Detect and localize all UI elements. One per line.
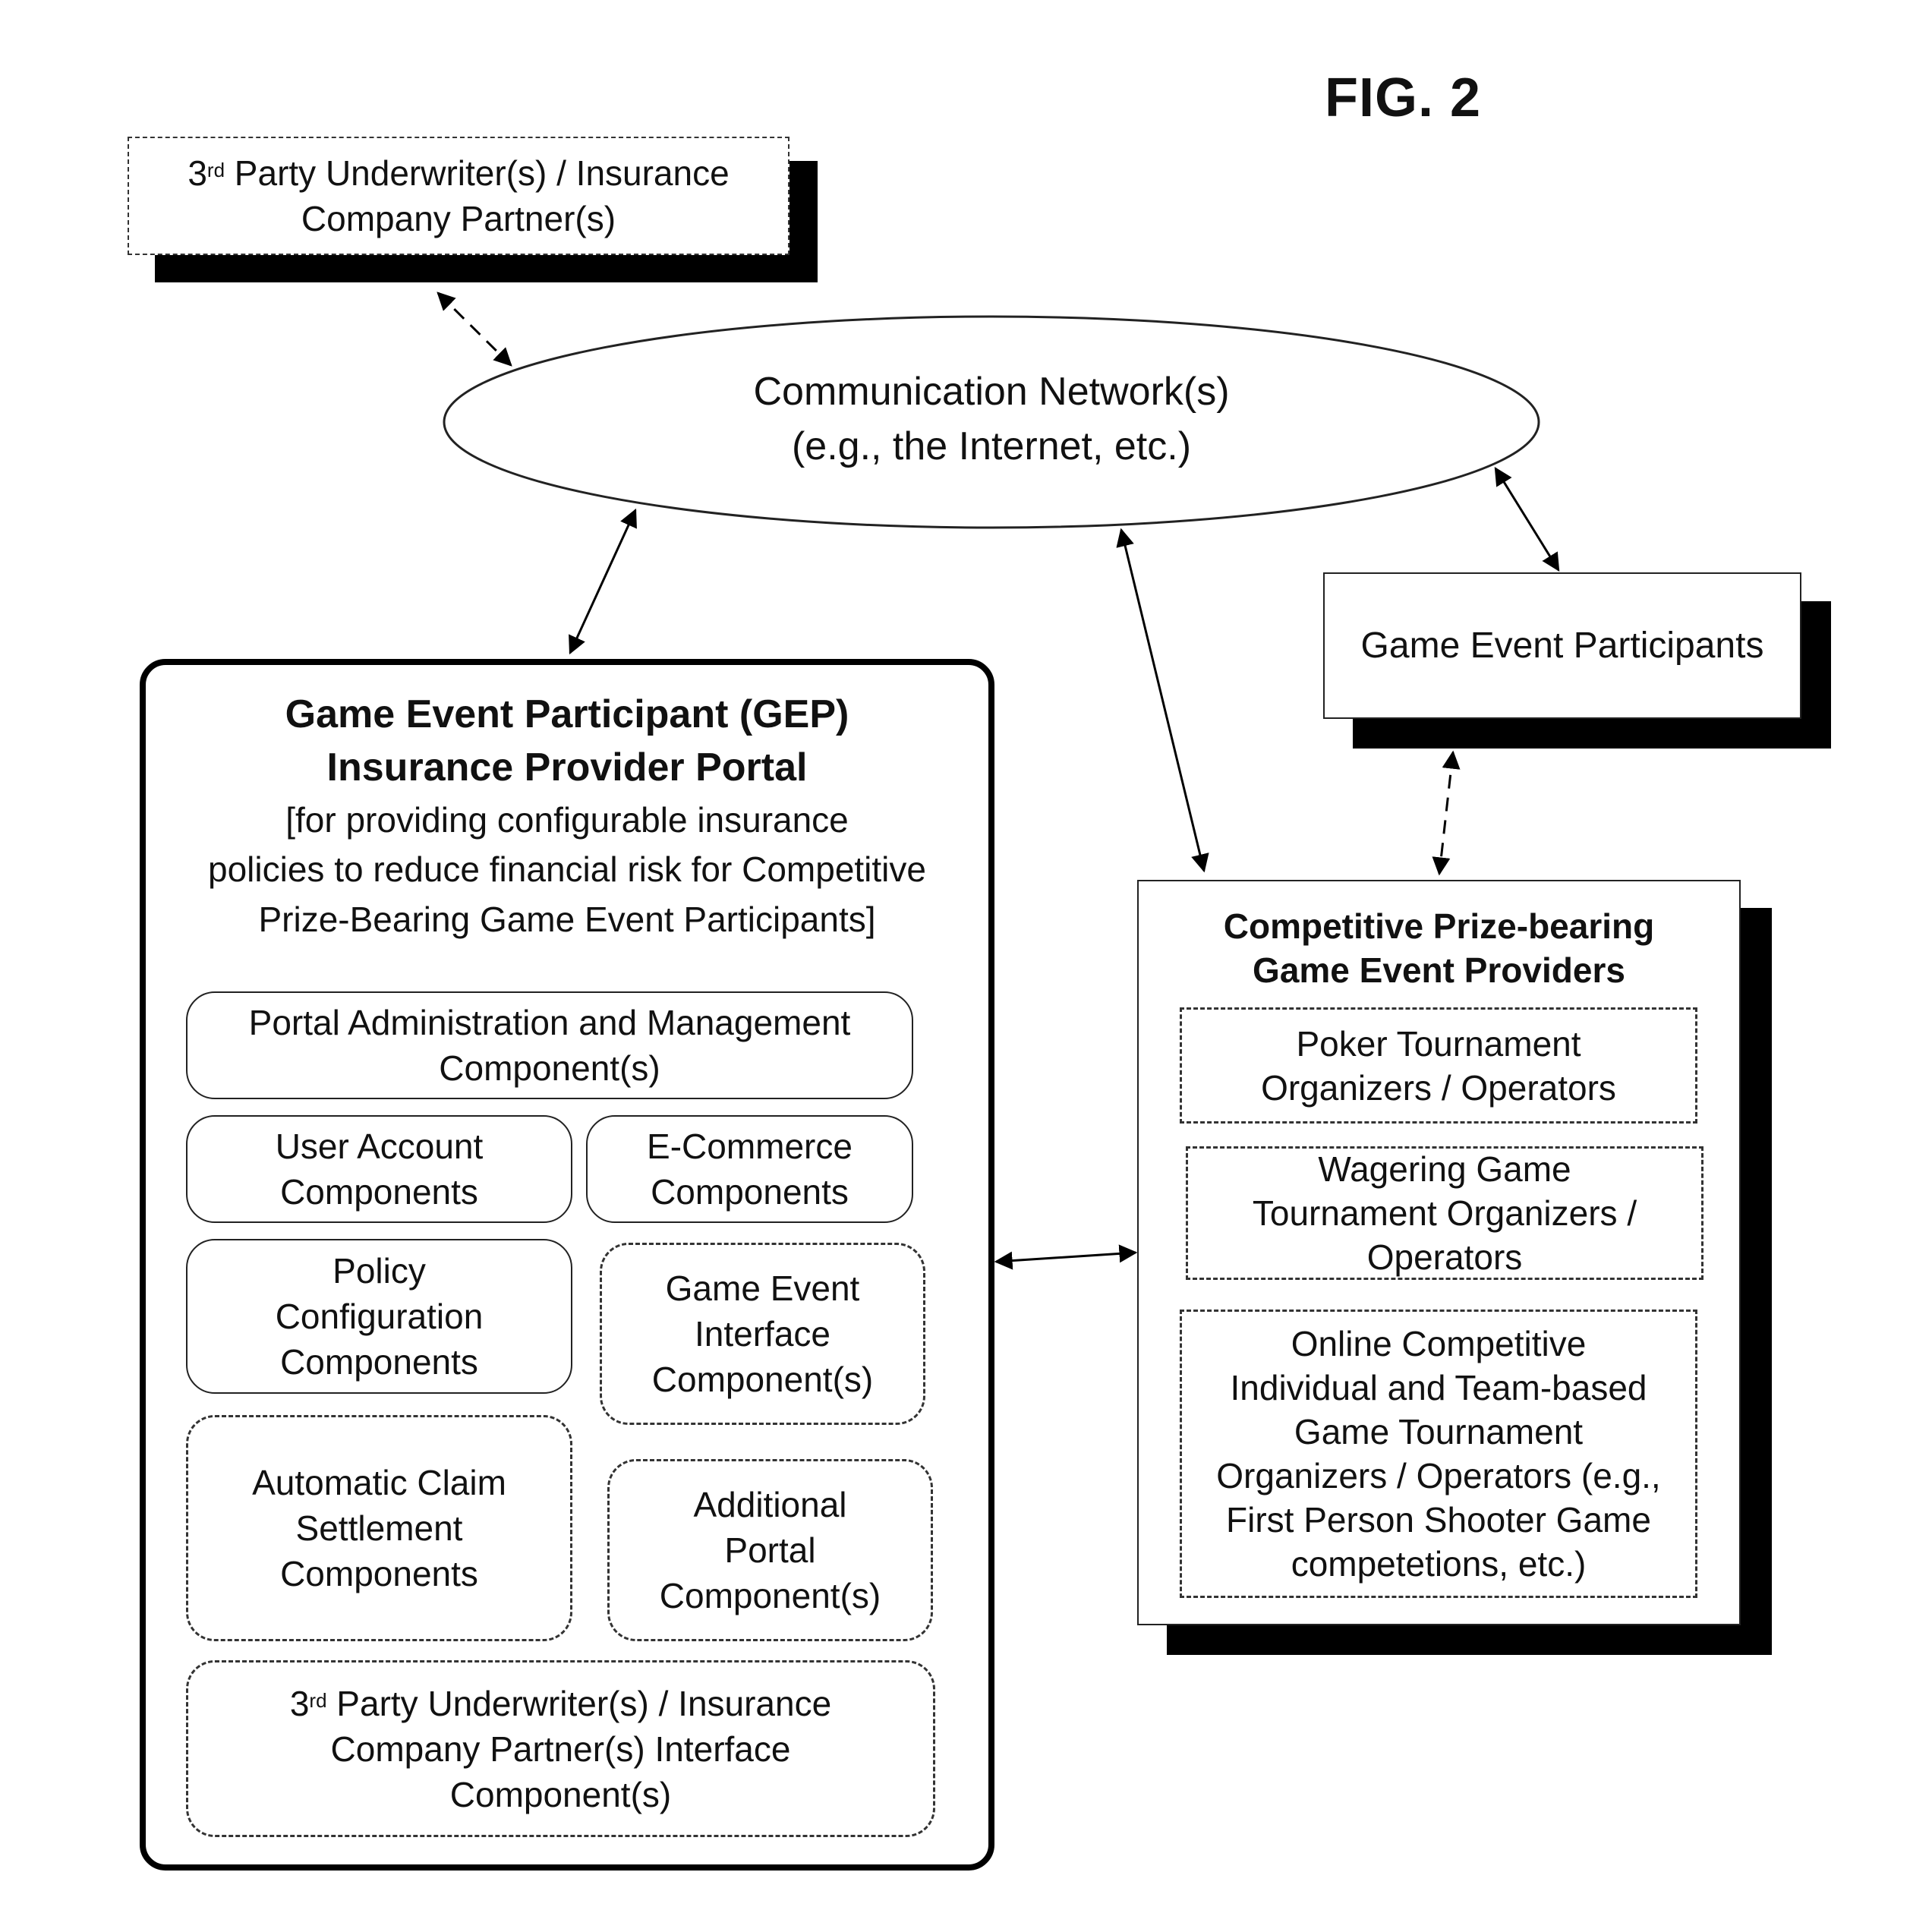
component-underwriter-interface-line2: Company Partner(s) Interface bbox=[330, 1729, 791, 1769]
component-additional-portal: Additional Portal Component(s) bbox=[607, 1459, 933, 1641]
component-claim-settlement-line1: Automatic Claim bbox=[252, 1463, 506, 1502]
provider-poker: Poker Tournament Organizers / Operators bbox=[1180, 1007, 1697, 1124]
component-policy-line3: Components bbox=[280, 1342, 478, 1382]
component-underwriter-interface: 3rd Party Underwriter(s) / Insurance Com… bbox=[186, 1660, 935, 1837]
network-line2: (e.g., the Internet, etc.) bbox=[791, 424, 1192, 468]
component-portal-admin-line1: Portal Administration and Management bbox=[248, 1003, 851, 1042]
arrow-participants-providers bbox=[1432, 750, 1461, 876]
portal-title-line2: Insurance Provider Portal bbox=[326, 745, 808, 790]
provider-online-line4: Organizers / Operators (e.g., bbox=[1216, 1456, 1661, 1495]
component-game-event-interface-line3: Component(s) bbox=[651, 1360, 874, 1399]
provider-wagering-line3: Operators bbox=[1366, 1237, 1523, 1277]
communication-network-label: Communication Network(s) (e.g., the Inte… bbox=[444, 364, 1539, 474]
component-underwriter-interface-line3: Component(s) bbox=[449, 1774, 672, 1814]
component-additional-line3: Component(s) bbox=[659, 1576, 881, 1615]
component-claim-settlement-line2: Settlement bbox=[295, 1508, 463, 1548]
component-portal-admin-line2: Component(s) bbox=[439, 1048, 660, 1088]
arrow-network-portal bbox=[569, 508, 637, 655]
component-user-account: User Account Components bbox=[186, 1115, 572, 1223]
provider-online: Online Competitive Individual and Team-b… bbox=[1180, 1310, 1697, 1598]
arrow-underwriter-network bbox=[437, 292, 512, 367]
underwriter-box: 3rd Party Underwriter(s) / Insurance Com… bbox=[128, 137, 790, 255]
portal-subtitle-line2: policies to reduce financial risk for Co… bbox=[208, 849, 926, 889]
arrow-portal-providers bbox=[994, 1244, 1138, 1270]
participants-box: Game Event Participants bbox=[1323, 572, 1801, 719]
providers-title-line1: Competitive Prize-bearing bbox=[1223, 906, 1655, 946]
provider-online-line1: Online Competitive bbox=[1291, 1324, 1587, 1363]
figure-label: FIG. 2 bbox=[1325, 68, 1482, 128]
component-claim-settlement-line3: Components bbox=[280, 1554, 478, 1593]
component-portal-admin: Portal Administration and Management Com… bbox=[186, 991, 913, 1099]
component-ecommerce-line2: Components bbox=[651, 1172, 849, 1212]
arrow-network-providers bbox=[1116, 528, 1209, 873]
component-ecommerce: E-Commerce Components bbox=[586, 1115, 913, 1223]
provider-online-line3: Game Tournament bbox=[1294, 1412, 1584, 1451]
component-user-account-line2: Components bbox=[280, 1172, 478, 1212]
component-policy-configuration: Policy Configuration Components bbox=[186, 1239, 572, 1394]
component-ecommerce-line1: E-Commerce bbox=[647, 1127, 853, 1166]
component-underwriter-interface-line1: 3rd Party Underwriter(s) / Insurance bbox=[289, 1683, 832, 1723]
arrow-network-participants bbox=[1494, 466, 1560, 572]
component-game-event-interface-line1: Game Event bbox=[665, 1269, 860, 1308]
underwriter-box-line1: 3rd Party Underwriter(s) / Insurance bbox=[188, 153, 730, 193]
portal-subtitle-line1: [for providing configurable insurance bbox=[285, 800, 849, 840]
component-user-account-line1: User Account bbox=[275, 1127, 484, 1166]
network-line1: Communication Network(s) bbox=[753, 370, 1230, 414]
underwriter-box-line2: Company Partner(s) bbox=[301, 199, 616, 238]
component-policy-line1: Policy bbox=[333, 1251, 426, 1291]
component-additional-line1: Additional bbox=[693, 1485, 847, 1524]
component-game-event-interface-line2: Interface bbox=[695, 1314, 830, 1354]
provider-wagering: Wagering Game Tournament Organizers / Op… bbox=[1186, 1146, 1704, 1280]
provider-online-line2: Individual and Team-based bbox=[1230, 1368, 1647, 1407]
portal-subtitle-line3: Prize-Bearing Game Event Participants] bbox=[258, 900, 876, 939]
component-policy-line2: Configuration bbox=[275, 1297, 484, 1336]
provider-online-line5: First Person Shooter Game bbox=[1226, 1500, 1651, 1540]
participants-box-label: Game Event Participants bbox=[1360, 626, 1764, 666]
component-additional-line2: Portal bbox=[724, 1530, 816, 1570]
component-claim-settlement: Automatic Claim Settlement Components bbox=[186, 1415, 572, 1641]
provider-poker-line2: Organizers / Operators bbox=[1261, 1067, 1616, 1108]
provider-wagering-line1: Wagering Game bbox=[1318, 1149, 1571, 1189]
provider-poker-line1: Poker Tournament bbox=[1296, 1023, 1581, 1064]
portal-title-line1: Game Event Participant (GEP) bbox=[285, 692, 849, 736]
providers-title-line2: Game Event Providers bbox=[1253, 950, 1625, 990]
provider-wagering-line2: Tournament Organizers / bbox=[1252, 1193, 1637, 1233]
component-game-event-interface: Game Event Interface Component(s) bbox=[600, 1243, 925, 1425]
provider-online-line6: competetions, etc.) bbox=[1291, 1544, 1587, 1584]
